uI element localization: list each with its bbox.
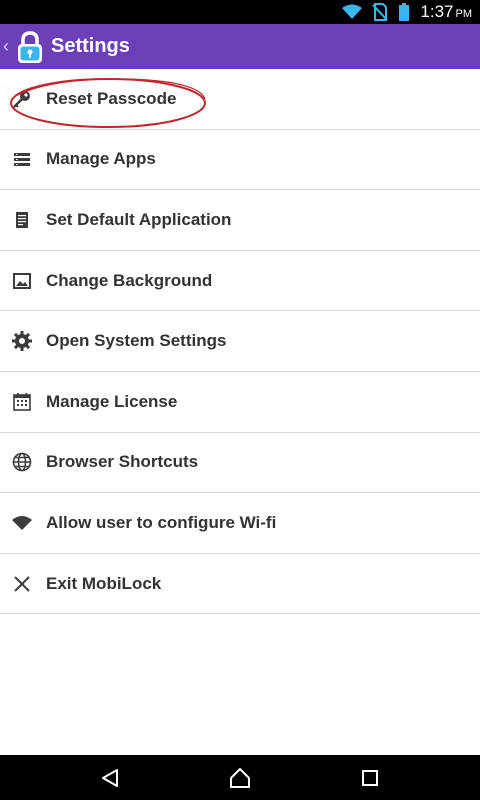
status-time: 1:37 PM xyxy=(420,2,472,22)
settings-item-label: Manage Apps xyxy=(46,149,156,169)
settings-item-change-background[interactable]: Change Background xyxy=(0,251,480,312)
wifi-icon xyxy=(342,4,363,19)
page-title: Settings xyxy=(51,35,130,57)
calendar-icon xyxy=(11,391,33,413)
settings-item-label: Exit MobiLock xyxy=(46,573,162,593)
list-icon xyxy=(11,148,33,170)
status-bar: 1:37 PM xyxy=(0,0,480,24)
wifi-icon xyxy=(11,512,33,534)
settings-item-label: Browser Shortcuts xyxy=(46,452,199,472)
settings-item-open-system-settings[interactable]: Open System Settings xyxy=(0,311,480,372)
close-icon xyxy=(11,573,33,595)
back-icon[interactable] xyxy=(99,767,121,789)
settings-item-configure-wifi[interactable]: Allow user to configure Wi-fi xyxy=(0,493,480,554)
key-icon xyxy=(11,88,33,110)
home-icon[interactable] xyxy=(229,767,251,789)
settings-item-manage-license[interactable]: Manage License xyxy=(0,372,480,433)
settings-item-label: Reset Passcode xyxy=(46,88,177,108)
app-bar: ‹ Settings xyxy=(0,24,480,69)
no-sim-icon xyxy=(372,3,389,21)
settings-item-browser-shortcuts[interactable]: Browser Shortcuts xyxy=(0,433,480,494)
battery-icon xyxy=(399,3,410,21)
gear-icon xyxy=(11,330,33,352)
status-time-ampm: PM xyxy=(455,8,473,20)
status-time-value: 1:37 xyxy=(420,2,454,21)
settings-item-label: Set Default Application xyxy=(46,209,232,229)
settings-item-label: Change Background xyxy=(46,270,213,290)
settings-item-label: Manage License xyxy=(46,391,178,411)
settings-list: Reset Passcode Manage Apps Set Default A… xyxy=(0,69,480,615)
navigation-bar xyxy=(0,755,480,800)
document-icon xyxy=(11,209,33,231)
settings-item-manage-apps[interactable]: Manage Apps xyxy=(0,130,480,191)
image-icon xyxy=(11,270,33,292)
settings-item-set-default-application[interactable]: Set Default Application xyxy=(0,190,480,251)
settings-item-label: Open System Settings xyxy=(46,331,227,351)
settings-item-exit-mobilock[interactable]: Exit MobiLock xyxy=(0,554,480,615)
status-icons: 1:37 PM xyxy=(342,0,472,24)
recents-icon[interactable] xyxy=(359,767,381,789)
settings-item-label: Allow user to configure Wi-fi xyxy=(46,512,277,532)
padlock-logo-icon[interactable] xyxy=(15,30,45,64)
chevron-left-icon[interactable]: ‹ xyxy=(3,36,13,57)
settings-item-reset-passcode[interactable]: Reset Passcode xyxy=(0,69,480,130)
globe-icon xyxy=(11,451,33,473)
